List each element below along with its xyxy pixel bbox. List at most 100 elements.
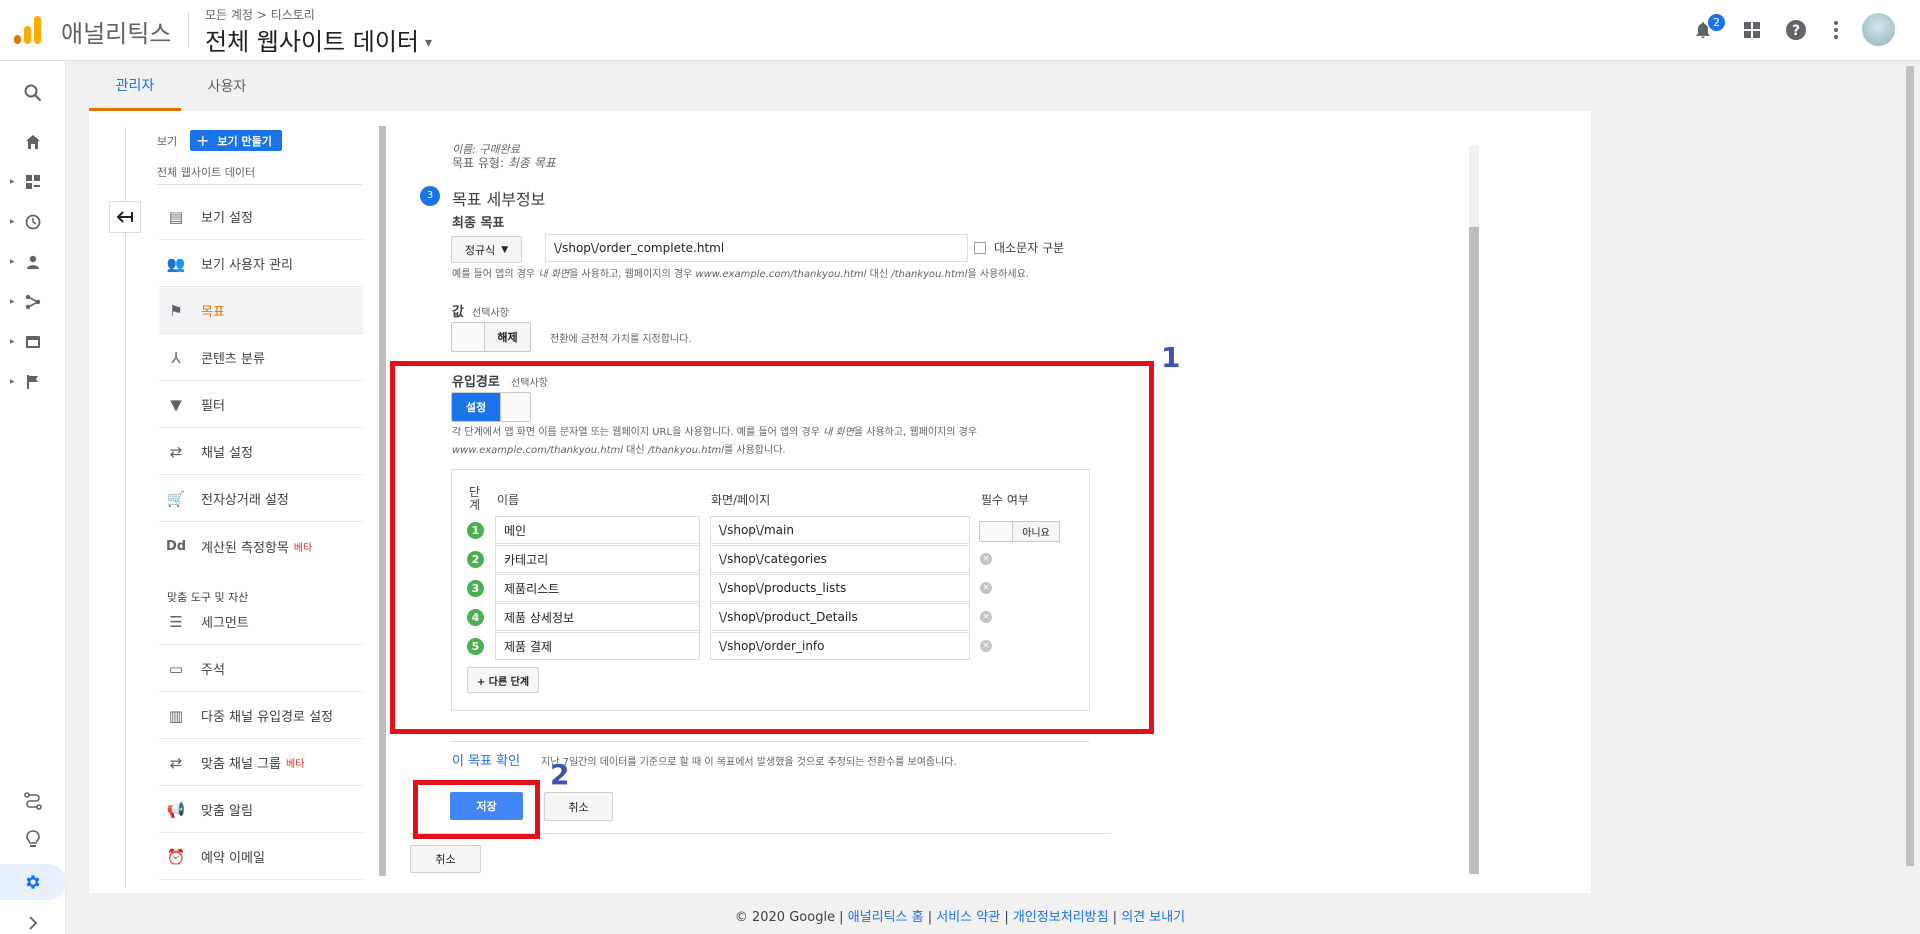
audience-person-icon[interactable]: ▸ (0, 246, 66, 278)
case-sensitive-checkbox[interactable] (974, 242, 986, 254)
nav-scheduled-emails[interactable]: ⏰ 예약 이메일 (159, 834, 363, 880)
nav-label: 필터 (201, 399, 225, 414)
create-view-button[interactable]: + 보기 만들기 (190, 130, 282, 151)
property-selector[interactable]: 전체 웹사이트 데이터 ▾ (205, 22, 432, 57)
goal-details-title: 목표 세부정보 (452, 190, 546, 209)
view-nav-column: 보기 + 보기 만들기 전체 웹사이트 데이터 ▤ 보기 설정 👥 보기 사용자 관리… (89, 111, 388, 893)
analytics-logo[interactable] (14, 14, 42, 44)
tab-user[interactable]: 사용자 (181, 61, 273, 111)
caret-down-icon: ▼ (501, 244, 509, 255)
app-name[interactable]: 애널리틱스 (61, 14, 171, 49)
svg-text:?: ? (1792, 23, 1800, 39)
copyright: © 2020 Google | (734, 910, 848, 925)
help-icon[interactable]: ? (1784, 18, 1808, 42)
nav-custom-alerts[interactable]: 📢 맞춤 알림 (159, 787, 363, 833)
nav-annotations[interactable]: ▭ 주석 (159, 646, 363, 692)
megaphone-icon: 📢 (166, 800, 186, 819)
channel-icon: ⇄ (169, 442, 183, 461)
nav-channel-settings[interactable]: ⇄ 채널 설정 (159, 429, 363, 475)
behavior-icon[interactable]: ▸ (0, 326, 66, 358)
create-view-label: 보기 만들기 (217, 134, 272, 148)
tab-admin[interactable]: 관리자 (89, 61, 181, 111)
conversions-flag-icon[interactable]: ▸ (0, 366, 66, 398)
nav-view-user-management[interactable]: 👥 보기 사용자 관리 (159, 241, 363, 287)
back-arrow-button[interactable] (109, 201, 141, 233)
help-text: 을 사용하세요. (967, 269, 1029, 280)
admin-gear-icon[interactable] (0, 864, 66, 900)
value-label: 값 (452, 305, 464, 320)
customization-icon[interactable]: ▸ (0, 166, 66, 198)
nav-mcf-settings[interactable]: ▥ 다중 채널 유입경로 설정 (159, 693, 363, 739)
nav-calculated-metrics[interactable]: Dd 계산된 측정항목 베타 (159, 523, 363, 569)
nav-label: 맞춤 채널 그룹 (201, 757, 282, 772)
breadcrumb[interactable]: 모든 계정 > 티스토리 (205, 6, 315, 23)
value-description: 전환에 금전적 가치를 지정합니다. (550, 334, 692, 345)
verify-description: 지난 7일간의 데이터를 기준으로 할 때 이 목표에서 발생했을 것으로 추정… (541, 757, 957, 768)
nav-ecommerce-settings[interactable]: 🛒 전자상거래 설정 (159, 476, 363, 522)
grouping-icon: ⅄ (171, 348, 181, 367)
destination-input[interactable]: \/shop\/order_complete.html (545, 234, 968, 262)
more-vert-icon[interactable] (1824, 18, 1848, 42)
content-scrollbar-thumb[interactable] (1469, 227, 1479, 874)
header-divider (188, 12, 189, 48)
nav-content-grouping[interactable]: ⅄ 콘텐츠 분류 (159, 335, 363, 381)
beta-badge: 베타 (293, 542, 313, 554)
verify-goal-link[interactable]: 이 목표 확인 (452, 750, 520, 769)
footer-sep: | (1108, 910, 1122, 925)
footer-link-terms[interactable]: 서비스 약관 (936, 910, 1000, 925)
nav-label: 콘텐츠 분류 (201, 352, 265, 367)
acquisition-icon[interactable]: ▸ (0, 286, 66, 318)
footer-link-analytics-home[interactable]: 애널리틱스 홈 (848, 910, 924, 925)
nav-divider (125, 127, 126, 887)
beta-badge: 베타 (286, 759, 305, 770)
nav-label: 목표 (201, 305, 225, 320)
avatar[interactable] (1862, 13, 1895, 46)
home-icon[interactable] (0, 126, 66, 158)
footer-link-privacy[interactable]: 개인정보처리방침 (1013, 910, 1109, 925)
help-em: 내 화면 (538, 269, 570, 280)
view-name[interactable]: 전체 웹사이트 데이터 (157, 164, 255, 180)
help-text: 대신 (866, 269, 892, 280)
footer-sep: | (1000, 910, 1013, 925)
footer-sep: | (923, 910, 937, 925)
people-icon: 👥 (166, 254, 186, 273)
admin-tab-bar: 관리자 사용자 (89, 61, 1591, 111)
value-optional: 선택사항 (472, 308, 509, 319)
footer-link-feedback[interactable]: 의견 보내기 (1121, 910, 1185, 925)
nav-label: 세그먼트 (201, 616, 249, 631)
nav-view-settings[interactable]: ▤ 보기 설정 (159, 194, 363, 240)
annotation-number-2: 2 (550, 758, 570, 791)
nav-scrollbar[interactable] (379, 126, 386, 876)
page-scrollbar-thumb[interactable] (1906, 66, 1914, 866)
goal-type-value: 최종 목표 (507, 156, 556, 170)
nav-segments[interactable]: ☰ 세그먼트 (159, 599, 363, 645)
nav-label: 채널 설정 (201, 446, 253, 461)
nav-label: 전자상거래 설정 (201, 493, 289, 508)
comment-icon: ▭ (168, 659, 184, 678)
nav-label: 계산된 측정항목 (201, 540, 289, 556)
realtime-clock-icon[interactable]: ▸ (0, 206, 66, 238)
nav-filters[interactable]: ▼ 필터 (159, 382, 363, 428)
value-toggle[interactable]: 해제 (451, 322, 531, 352)
search-icon[interactable] (0, 77, 66, 109)
help-url: www.example.com/thankyou.html (695, 269, 867, 280)
apps-grid-icon[interactable] (1740, 18, 1764, 42)
nav-label: 보기 사용자 관리 (201, 258, 293, 273)
dd-icon: Dd (165, 538, 187, 554)
outer-cancel-button[interactable]: 취소 (410, 845, 481, 873)
nav-custom-channel-groups[interactable]: ⇄ 맞춤 채널 그룹 베타 (159, 740, 363, 786)
nav-goals[interactable]: ⚑ 목표 (159, 288, 363, 334)
section-divider (451, 741, 1090, 742)
nav-label: 예약 이메일 (201, 851, 265, 866)
document-icon: ▤ (168, 207, 184, 226)
attribution-icon[interactable] (0, 785, 66, 817)
lightbulb-icon[interactable] (0, 823, 66, 855)
cancel-button[interactable]: 취소 (544, 792, 613, 821)
case-sensitive-label: 대소문자 구분 (994, 241, 1065, 255)
goal-type-label: 목표 유형: (452, 156, 508, 170)
flag-icon: ⚑ (169, 301, 183, 320)
cart-icon: 🛒 (166, 489, 186, 508)
notification-badge: 2 (1708, 14, 1725, 31)
help-text: 예를 들어 앱의 경우 (452, 269, 539, 280)
match-type-dropdown[interactable]: 정규식 ▼ (451, 236, 522, 263)
